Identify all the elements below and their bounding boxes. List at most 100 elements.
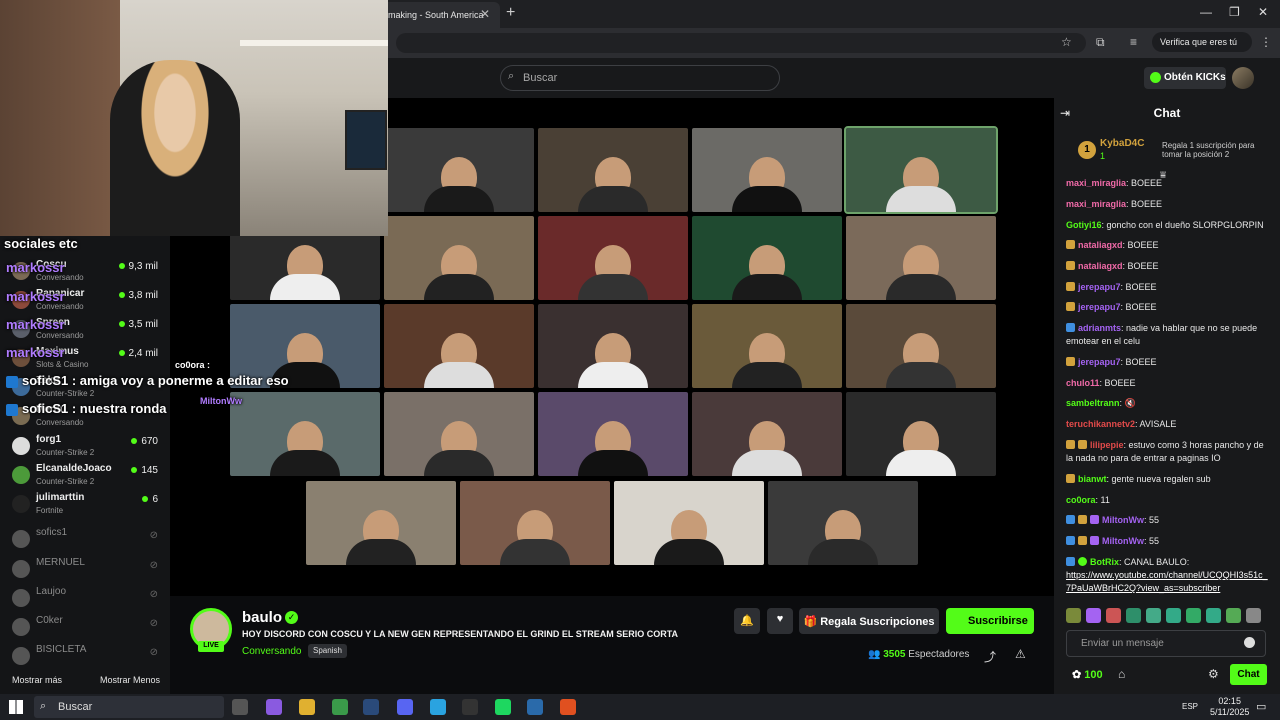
stream-category[interactable]: Conversando: [242, 646, 301, 657]
copilot-icon[interactable]: [266, 699, 282, 715]
extensions-icon[interactable]: ⧉: [1096, 35, 1105, 50]
participant-body: [886, 450, 956, 476]
emote-icon[interactable]: [1186, 608, 1201, 623]
chat-badge-icon: [1078, 536, 1087, 545]
chat-username[interactable]: jerepapu7: [1078, 357, 1121, 367]
chat-username[interactable]: bianwt: [1078, 474, 1107, 484]
chat-text: : gente nueva regalen sub: [1106, 474, 1211, 484]
chat-username[interactable]: co0ora: [1066, 495, 1096, 505]
bookmark-star-icon[interactable]: ☆: [1061, 35, 1072, 49]
chat-message: co0ora: 11: [1066, 494, 1272, 507]
emote-icon[interactable]: [1146, 608, 1161, 623]
subscribe-button[interactable]: Suscribirse: [946, 608, 1034, 634]
notifications-icon[interactable]: ▭: [1256, 700, 1266, 713]
chat-username[interactable]: maxi_miraglia: [1066, 178, 1126, 188]
chat-username[interactable]: jerepapu7: [1078, 282, 1121, 292]
chat-username[interactable]: jerepapu7: [1078, 302, 1121, 312]
emote-icon[interactable]: [1226, 608, 1241, 623]
chat-username[interactable]: adrianmts: [1078, 323, 1121, 333]
chat-username[interactable]: chulo11: [1066, 378, 1100, 388]
store-icon[interactable]: ⌂: [1118, 667, 1125, 681]
taskbar-search[interactable]: Buscar: [34, 696, 224, 718]
channel-name: MERNUEL: [36, 557, 85, 568]
chat-username[interactable]: maxi_miraglia: [1066, 199, 1126, 209]
gift-subs-button[interactable]: 🎁 Regala Suscripciones: [799, 608, 939, 634]
emote-icon[interactable]: [1166, 608, 1181, 623]
language-tag[interactable]: Spanish: [308, 644, 347, 658]
chat-username[interactable]: MiltonWw: [1102, 536, 1144, 546]
send-chat-button[interactable]: Chat: [1230, 664, 1267, 685]
channel-row[interactable]: sofics1 ⊘: [0, 526, 170, 556]
emoji-picker-icon[interactable]: [1244, 637, 1255, 648]
telegram-icon[interactable]: [430, 699, 446, 715]
chat-message: teruchikannetv2: AVISALE: [1066, 418, 1272, 431]
taskbar-clock[interactable]: 02:15 5/11/2025: [1210, 696, 1249, 718]
restore-icon[interactable]: ❐: [1229, 5, 1240, 19]
channel-points[interactable]: ✿ 100: [1072, 668, 1103, 681]
viewer-count: 👥 3505 Espectadores: [868, 649, 969, 660]
tab-close-icon[interactable]: ✕: [480, 7, 490, 21]
chat-badge-icon: [1066, 474, 1075, 483]
chat-username[interactable]: BotRix: [1090, 557, 1119, 567]
obs-icon[interactable]: [462, 699, 478, 715]
participant-body: [270, 450, 340, 476]
show-less-button[interactable]: Mostrar Menos: [100, 675, 160, 685]
chat-input[interactable]: Enviar un mensaje: [1066, 630, 1266, 657]
taskbar-language[interactable]: ESP: [1182, 702, 1198, 711]
chat-username[interactable]: nataliagxd: [1078, 261, 1123, 271]
windows-start-icon[interactable]: [9, 700, 23, 714]
notification-bell-icon[interactable]: 🔔: [734, 608, 760, 634]
chat-username[interactable]: teruchikannetv2: [1066, 419, 1135, 429]
channel-row[interactable]: ElcanaldeJoaco Counter-Strike 2 145: [0, 462, 170, 492]
browser-menu-icon[interactable]: ⋮: [1260, 35, 1272, 49]
chat-settings-icon[interactable]: ⚙: [1208, 667, 1219, 681]
chat-username[interactable]: sambeltrann: [1066, 398, 1120, 408]
emote-icon[interactable]: [1206, 608, 1221, 623]
media-queue-icon[interactable]: ≡: [1130, 35, 1137, 49]
discord-icon[interactable]: [397, 699, 413, 715]
emote-icon[interactable]: [1066, 608, 1081, 623]
channel-row[interactable]: julimarttin Fortnite 6: [0, 491, 170, 521]
top-gifter-name[interactable]: KybaD4C: [1100, 138, 1144, 149]
channel-row[interactable]: forg1 Counter-Strike 2 670: [0, 433, 170, 463]
close-window-icon[interactable]: ✕: [1258, 5, 1268, 19]
emote-icon[interactable]: [1106, 608, 1121, 623]
show-more-button[interactable]: Mostrar más: [12, 675, 62, 685]
new-tab-button[interactable]: +: [506, 4, 515, 22]
emote-icon[interactable]: [1126, 608, 1141, 623]
task-view-icon[interactable]: [232, 699, 248, 715]
search-input[interactable]: Buscar: [500, 65, 780, 91]
call-participant-tile: [768, 481, 918, 565]
chat-username[interactable]: Gotiyi16: [1066, 220, 1102, 230]
chat-username[interactable]: MiltonWw: [1102, 515, 1144, 525]
share-icon[interactable]: ⤴: [984, 648, 996, 665]
user-avatar[interactable]: [1232, 67, 1254, 89]
chat-username[interactable]: lilipepie: [1090, 440, 1124, 450]
participant-body: [732, 186, 802, 212]
chat-username[interactable]: nataliagxd: [1078, 240, 1123, 250]
steam-icon[interactable]: [363, 699, 379, 715]
brave-icon[interactable]: [560, 699, 576, 715]
taskbar-date: 5/11/2025: [1210, 707, 1250, 717]
gift-prompt[interactable]: Regala 1 suscripción para tomar la posic…: [1162, 141, 1262, 159]
channel-row[interactable]: Laujoo ⊘: [0, 585, 170, 615]
taskbar-search-icon: ⌕: [40, 700, 47, 712]
channel-row[interactable]: C0ker ⊘: [0, 614, 170, 644]
chat-link[interactable]: https://www.youtube.com/channel/UCQQHI3s…: [1066, 569, 1272, 595]
spotify-icon[interactable]: [495, 699, 511, 715]
report-icon[interactable]: ⚠: [1015, 647, 1026, 661]
file-explorer-icon[interactable]: [299, 699, 315, 715]
follow-heart-icon[interactable]: ♥: [767, 608, 793, 634]
editor-icon[interactable]: [527, 699, 543, 715]
verify-profile-button[interactable]: Verifica que eres tú: [1152, 32, 1252, 52]
chat-message: maxi_miraglia: BOEEE: [1066, 198, 1272, 211]
channel-row[interactable]: MERNUEL ⊘: [0, 556, 170, 586]
chrome-icon[interactable]: [332, 699, 348, 715]
channel-row[interactable]: BISICLETA ⊘: [0, 643, 170, 673]
emote-icon[interactable]: [1246, 608, 1261, 623]
address-bar[interactable]: [396, 33, 1086, 53]
live-dot-icon: [118, 263, 125, 269]
emote-icon[interactable]: [1086, 608, 1101, 623]
streamer-name[interactable]: baulo: [242, 609, 282, 626]
minimize-icon[interactable]: —: [1200, 5, 1212, 19]
